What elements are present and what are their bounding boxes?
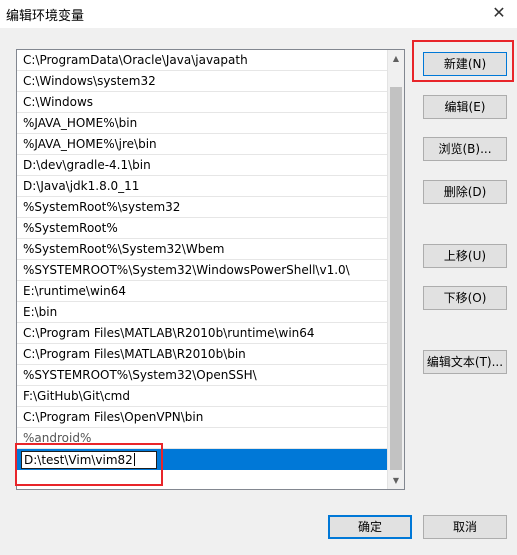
delete-button-label: 删除(D) — [443, 185, 487, 199]
new-button[interactable]: 新建(N) — [423, 52, 507, 76]
browse-button-label: 浏览(B)... — [438, 142, 492, 156]
list-item[interactable]: F:\GitHub\Git\cmd — [17, 386, 389, 407]
text-caret — [133, 453, 135, 466]
list-item[interactable]: %SystemRoot% — [17, 218, 389, 239]
list-item[interactable]: C:\Program Files\OpenVPN\bin — [17, 407, 389, 428]
list-item[interactable]: C:\ProgramData\Oracle\Java\javapath — [17, 50, 389, 71]
edit-text-button-label: 编辑文本(T)... — [426, 355, 504, 369]
list-item[interactable]: C:\Windows\system32 — [17, 71, 389, 92]
list-item[interactable]: E:\bin — [17, 302, 389, 323]
list-item[interactable]: C:\Program Files\MATLAB\R2010b\bin — [17, 344, 389, 365]
edit-button[interactable]: 编辑(E) — [423, 95, 507, 119]
list-item[interactable]: %SystemRoot%\System32\Wbem — [17, 239, 389, 260]
close-icon[interactable]: ✕ — [489, 3, 509, 23]
vertical-scrollbar[interactable]: ▲ ▼ — [387, 50, 404, 489]
path-edit-value: D:\test\Vim\vim82 — [24, 453, 133, 467]
list-item[interactable]: %JAVA_HOME%\jre\bin — [17, 134, 389, 155]
list-item[interactable]: D:\dev\gradle-4.1\bin — [17, 155, 389, 176]
list-item[interactable]: C:\Windows — [17, 92, 389, 113]
move-down-button[interactable]: 下移(O) — [423, 286, 507, 310]
list-item[interactable]: %SYSTEMROOT%\System32\OpenSSH\ — [17, 365, 389, 386]
list-item[interactable]: %android% — [17, 428, 389, 449]
new-button-label: 新建(N) — [443, 57, 487, 71]
list-item[interactable]: E:\runtime\win64 — [17, 281, 389, 302]
delete-button[interactable]: 删除(D) — [423, 180, 507, 204]
title-bar: 编辑环境变量 ✕ — [0, 0, 517, 28]
browse-button[interactable]: 浏览(B)... — [423, 137, 507, 161]
move-down-button-label: 下移(O) — [443, 291, 487, 305]
path-list: C:\ProgramData\Oracle\Java\javapath C:\Wi… — [17, 50, 389, 470]
move-up-button-label: 上移(U) — [443, 249, 487, 263]
list-item[interactable]: %SYSTEMROOT%\System32\WindowsPowerShell\… — [17, 260, 389, 281]
list-item[interactable]: %SystemRoot%\system32 — [17, 197, 389, 218]
window-title: 编辑环境变量 — [6, 9, 85, 24]
list-item[interactable]: D:\Java\jdk1.8.0_11 — [17, 176, 389, 197]
ok-button[interactable]: 确定 — [328, 515, 412, 539]
cancel-button-label: 取消 — [452, 520, 477, 534]
move-up-button[interactable]: 上移(U) — [423, 244, 507, 268]
ok-button-label: 确定 — [357, 520, 382, 534]
scroll-thumb[interactable] — [390, 87, 402, 470]
scroll-up-arrow-icon[interactable]: ▲ — [388, 50, 404, 67]
edit-text-button[interactable]: 编辑文本(T)... — [423, 350, 507, 374]
list-item-editing[interactable]: D:\test\Vim\vim82 — [17, 449, 389, 470]
list-item[interactable]: %JAVA_HOME%\bin — [17, 113, 389, 134]
list-item[interactable]: C:\Program Files\MATLAB\R2010b\runtime\w… — [17, 323, 389, 344]
cancel-button[interactable]: 取消 — [423, 515, 507, 539]
path-edit-input[interactable]: D:\test\Vim\vim82 — [21, 451, 157, 469]
scroll-down-arrow-icon[interactable]: ▼ — [388, 472, 404, 489]
path-listbox[interactable]: C:\ProgramData\Oracle\Java\javapath C:\Wi… — [16, 49, 405, 490]
edit-button-label: 编辑(E) — [444, 100, 486, 114]
